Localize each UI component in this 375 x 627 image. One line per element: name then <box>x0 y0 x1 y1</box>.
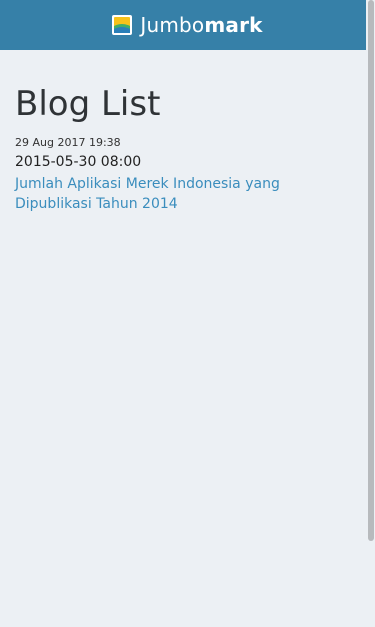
post-title-link[interactable]: Jumlah Aplikasi Merek Indonesia yang Dip… <box>15 174 315 214</box>
brand-name-bold: mark <box>204 13 263 37</box>
brand-name-light: Jumbo <box>140 13 205 37</box>
jumbomark-logo-icon <box>112 15 133 35</box>
post-date: 2015-05-30 08:00 <box>15 154 142 170</box>
top-header: Jumbo mark <box>0 0 375 50</box>
post-meta-timestamp: 29 Aug 2017 19:38 <box>15 136 121 149</box>
vertical-scrollbar[interactable] <box>366 0 375 627</box>
blog-list-section: Blog List 29 Aug 2017 19:38 2015-05-30 0… <box>15 84 355 214</box>
scrollbar-thumb[interactable] <box>368 0 374 541</box>
page-title: Blog List <box>15 84 161 124</box>
brand-logo-link[interactable]: Jumbo mark <box>112 13 262 37</box>
list-item: 29 Aug 2017 19:38 2015-05-30 08:00 Jumla… <box>15 136 355 214</box>
